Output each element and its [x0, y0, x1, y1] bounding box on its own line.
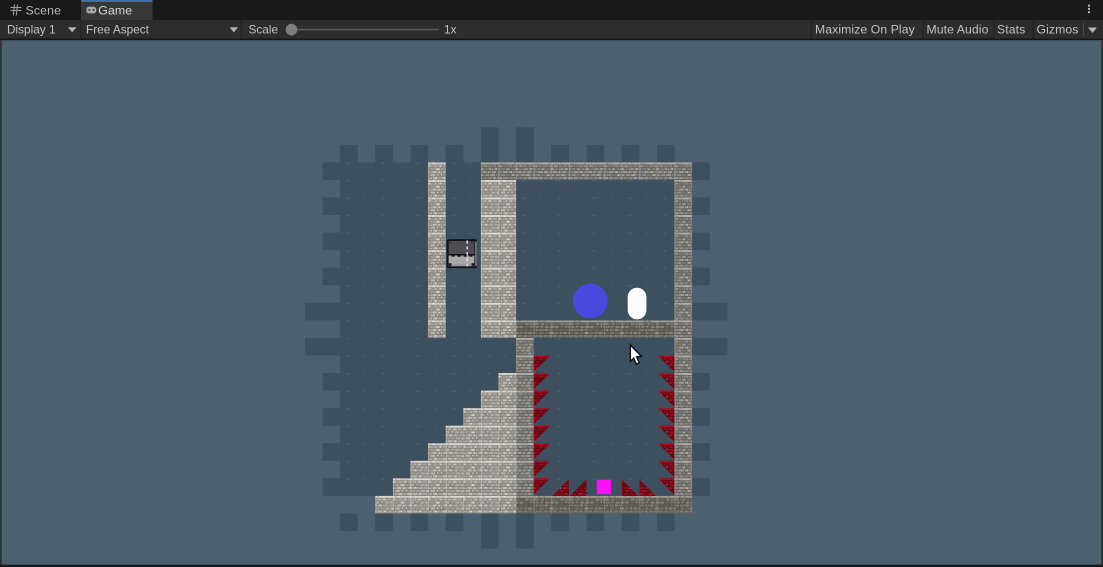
svg-text:Gizmos: Gizmos	[1037, 22, 1079, 36]
svg-text:Scale: Scale	[249, 22, 279, 36]
svg-text:Free Aspect: Free Aspect	[86, 22, 150, 36]
svg-text:1x: 1x	[444, 22, 457, 36]
svg-text:Game: Game	[98, 4, 132, 18]
svg-text:Scene: Scene	[26, 4, 62, 18]
svg-text:Stats: Stats	[997, 22, 1025, 36]
svg-text:Maximize On Play: Maximize On Play	[815, 22, 916, 36]
svg-text:Display 1: Display 1	[7, 22, 56, 36]
svg-text:Mute Audio: Mute Audio	[927, 22, 989, 36]
